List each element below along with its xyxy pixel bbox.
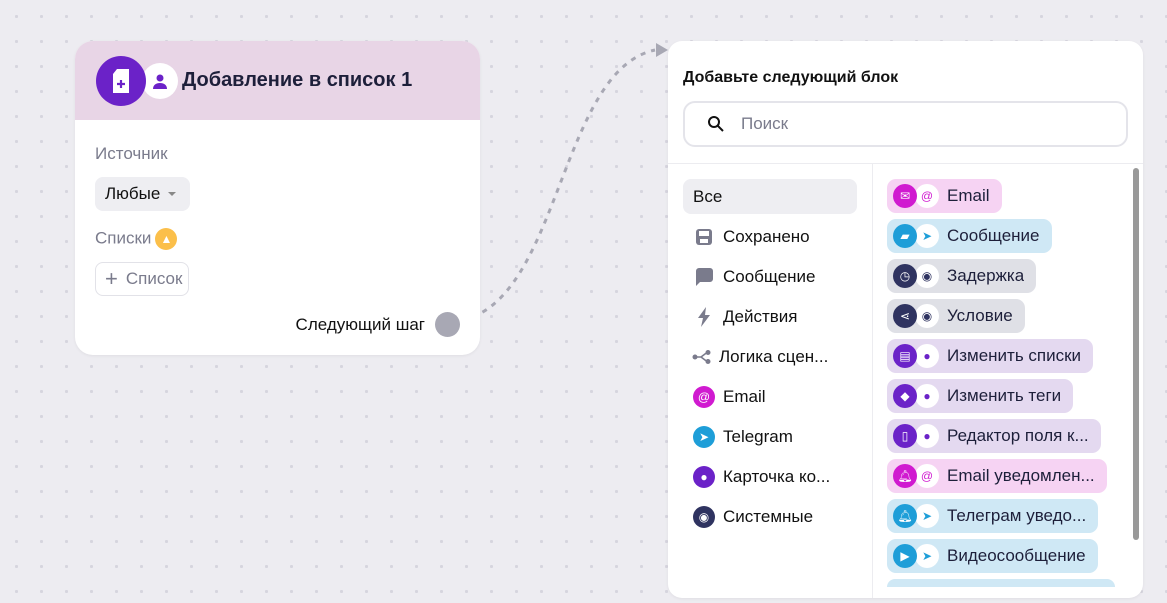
tag-icon: ◆ — [893, 384, 917, 408]
block-label: Условие — [947, 306, 1013, 325]
chat-icon — [693, 266, 715, 288]
block-field-editor[interactable]: ▯ ● Редактор поля к... — [887, 419, 1101, 453]
category-all[interactable]: Все — [683, 179, 857, 214]
divider — [668, 163, 1143, 164]
contact-icon — [142, 62, 178, 99]
category-label: Карточка ко... — [723, 466, 831, 486]
chat-icon: ▰ — [893, 224, 917, 248]
block-telegram-notification[interactable]: 🔔︎ ➤ Телеграм уведо... — [887, 499, 1099, 533]
category-list: Все Сохранено Сообщение Действия Логика … — [683, 179, 857, 539]
category-label: Telegram — [723, 426, 793, 446]
list-icon: ▤ — [893, 344, 917, 368]
warning-icon: ▲ — [155, 228, 178, 250]
save-icon — [693, 226, 715, 248]
search-field[interactable] — [683, 101, 1128, 147]
bell-icon: 🔔︎ — [893, 504, 917, 528]
category-saved[interactable]: Сохранено — [683, 219, 857, 254]
next-step-handle[interactable] — [435, 312, 460, 337]
add-list-label: Список — [125, 269, 183, 288]
scrollbar[interactable] — [1133, 168, 1139, 540]
at-icon: @ — [915, 184, 939, 208]
divider — [872, 163, 873, 598]
source-value: Любые — [105, 184, 161, 203]
source-label: Источник — [95, 144, 168, 163]
block-change-lists[interactable]: ▤ ● Изменить списки — [887, 339, 1094, 373]
block-delay[interactable]: ◷ ◉ Задержка — [887, 259, 1037, 293]
telegram-icon: ➤ — [915, 544, 939, 568]
chevron-down-icon — [168, 192, 177, 196]
system-icon: ◉ — [693, 505, 715, 528]
list-add-icon — [96, 55, 146, 106]
block-label: Видеосообщение — [947, 546, 1086, 565]
lists-label: Списки ▲ — [95, 228, 178, 250]
add-block-panel: Добавьте следующий блок Все Сохранено Со… — [668, 41, 1143, 598]
block-label: Изменить списки — [947, 346, 1082, 365]
telegram-icon: ➤ — [693, 425, 715, 448]
telegram-icon: ➤ — [915, 224, 939, 248]
block-list: ✉ @ Email ▰ ➤ Сообщение ◷ ◉ Задержка ⋖ ◉ Условие… — [887, 179, 1127, 598]
contact-icon: ● — [915, 384, 939, 408]
block-partial — [887, 579, 1115, 587]
category-label: Сообщение — [723, 266, 816, 286]
category-label: Действия — [723, 306, 798, 326]
category-message[interactable]: Сообщение — [683, 259, 857, 294]
block-email[interactable]: ✉ @ Email — [887, 179, 1002, 213]
category-label: Логика сцен... — [719, 346, 829, 366]
search-input[interactable] — [741, 114, 1101, 134]
system-icon: ◉ — [915, 264, 939, 288]
field-edit-icon: ▯ — [893, 424, 917, 448]
block-label: Email уведомлен... — [947, 466, 1095, 485]
next-step: Следующий шаг — [296, 312, 460, 337]
category-system[interactable]: ◉ Системные — [683, 499, 857, 534]
arrow-head-icon — [656, 43, 668, 57]
source-select[interactable]: Любые — [95, 177, 191, 211]
block-email-notification[interactable]: 🔔︎ @ Email уведомлен... — [887, 459, 1107, 493]
block-message[interactable]: ▰ ➤ Сообщение — [887, 219, 1052, 253]
lists-label-text: Списки — [95, 228, 152, 248]
category-label: Все — [693, 186, 723, 206]
category-email[interactable]: @ Email — [683, 379, 857, 414]
branch-icon: ⋖ — [893, 304, 917, 328]
envelope-icon: ✉ — [893, 184, 917, 208]
block-change-tags[interactable]: ◆ ● Изменить теги — [887, 379, 1074, 413]
category-logic[interactable]: Логика сцен... — [683, 339, 857, 374]
category-actions[interactable]: Действия — [683, 299, 857, 334]
block-label: Телеграм уведо... — [947, 506, 1087, 525]
system-icon: ◉ — [915, 304, 939, 328]
contact-icon: ● — [693, 465, 715, 488]
node-card[interactable]: Добавление в список 1 Источник Любые Спи… — [75, 41, 480, 355]
block-label: Редактор поля к... — [947, 426, 1089, 445]
block-label: Задержка — [947, 266, 1025, 285]
block-label: Изменить теги — [947, 386, 1062, 405]
contact-icon: ● — [915, 344, 939, 368]
block-label: Сообщение — [947, 226, 1040, 245]
block-label: Email — [947, 186, 990, 205]
telegram-icon: ➤ — [915, 504, 939, 528]
node-header: Добавление в список 1 — [75, 41, 480, 120]
category-label: Сохранено — [723, 226, 810, 246]
lightning-icon — [693, 306, 715, 328]
category-label: Email — [723, 386, 766, 406]
branch-icon — [691, 346, 713, 368]
category-telegram[interactable]: ➤ Telegram — [683, 419, 857, 454]
category-contact-card[interactable]: ● Карточка ко... — [683, 459, 857, 494]
block-video-message[interactable]: ▶ ➤ Видеосообщение — [887, 539, 1098, 573]
node-title: Добавление в список 1 — [182, 69, 413, 91]
bell-icon: 🔔︎ — [893, 464, 917, 488]
contact-icon: ● — [915, 424, 939, 448]
search-icon — [708, 116, 724, 132]
add-list-button[interactable]: + Список — [95, 262, 190, 296]
plus-icon: + — [105, 266, 118, 291]
at-icon: @ — [915, 464, 939, 488]
block-condition[interactable]: ⋖ ◉ Условие — [887, 299, 1025, 333]
play-icon: ▶ — [893, 544, 917, 568]
panel-title: Добавьте следующий блок — [683, 69, 899, 86]
category-label: Системные — [723, 506, 814, 526]
clock-icon: ◷ — [893, 264, 917, 288]
at-icon: @ — [693, 385, 715, 408]
next-step-label: Следующий шаг — [295, 314, 425, 334]
